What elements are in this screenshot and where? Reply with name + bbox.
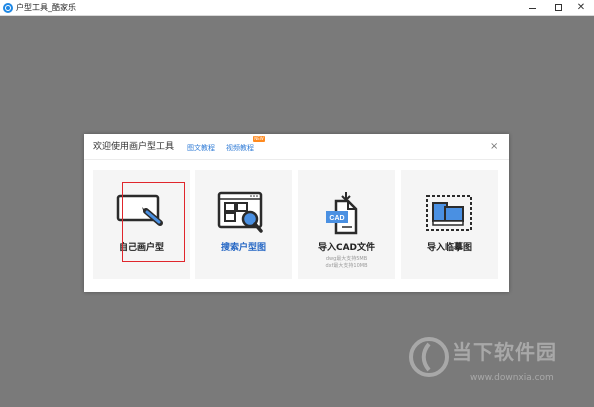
trace-image-icon xyxy=(426,195,472,231)
search-floorplan-card[interactable]: 搜索户型图 xyxy=(195,170,292,279)
card-label: 导入临摹图 xyxy=(426,243,472,253)
app-logo-icon xyxy=(3,3,13,13)
image-tutorial-link[interactable]: 图文教程 xyxy=(187,143,215,153)
dwg-size-note: dwg最大支持5MB xyxy=(325,256,368,262)
card-label: 导入CAD文件 xyxy=(317,243,376,253)
video-tutorial-link[interactable]: 视频教程 xyxy=(226,143,254,153)
import-trace-card[interactable]: 导入临摹图 xyxy=(401,170,498,279)
minimize-icon xyxy=(529,8,536,9)
svg-text:CAD: CAD xyxy=(329,215,344,222)
window-close-button[interactable]: ✕ xyxy=(568,0,594,16)
highlight-rectangle xyxy=(122,182,185,262)
dialog-close-button[interactable]: × xyxy=(490,141,498,153)
search-floorplan-icon xyxy=(217,191,263,233)
watermark-text: 当下软件园 xyxy=(452,340,557,364)
dialog-header: 欢迎使用画户型工具 图文教程 视频教程 NEW × xyxy=(84,134,509,160)
window-titlebar: 户型工具_酷家乐 ✕ xyxy=(0,0,594,16)
watermark-url: www.downxia.com xyxy=(470,373,554,383)
dialog-title: 欢迎使用画户型工具 xyxy=(93,142,175,152)
maximize-icon xyxy=(555,4,562,11)
card-label: 搜索户型图 xyxy=(220,243,266,253)
window-title: 户型工具_酷家乐 xyxy=(16,3,76,12)
new-badge: NEW xyxy=(253,136,265,142)
minimize-button[interactable] xyxy=(520,0,546,16)
cad-file-icon: CAD xyxy=(326,192,358,235)
import-cad-card[interactable]: CAD 导入CAD文件 dwg最大支持5MB dxf最大支持10MB xyxy=(298,170,395,279)
watermark-logo-icon xyxy=(409,337,449,377)
dxf-size-note: dxf最大支持10MB xyxy=(325,263,368,269)
